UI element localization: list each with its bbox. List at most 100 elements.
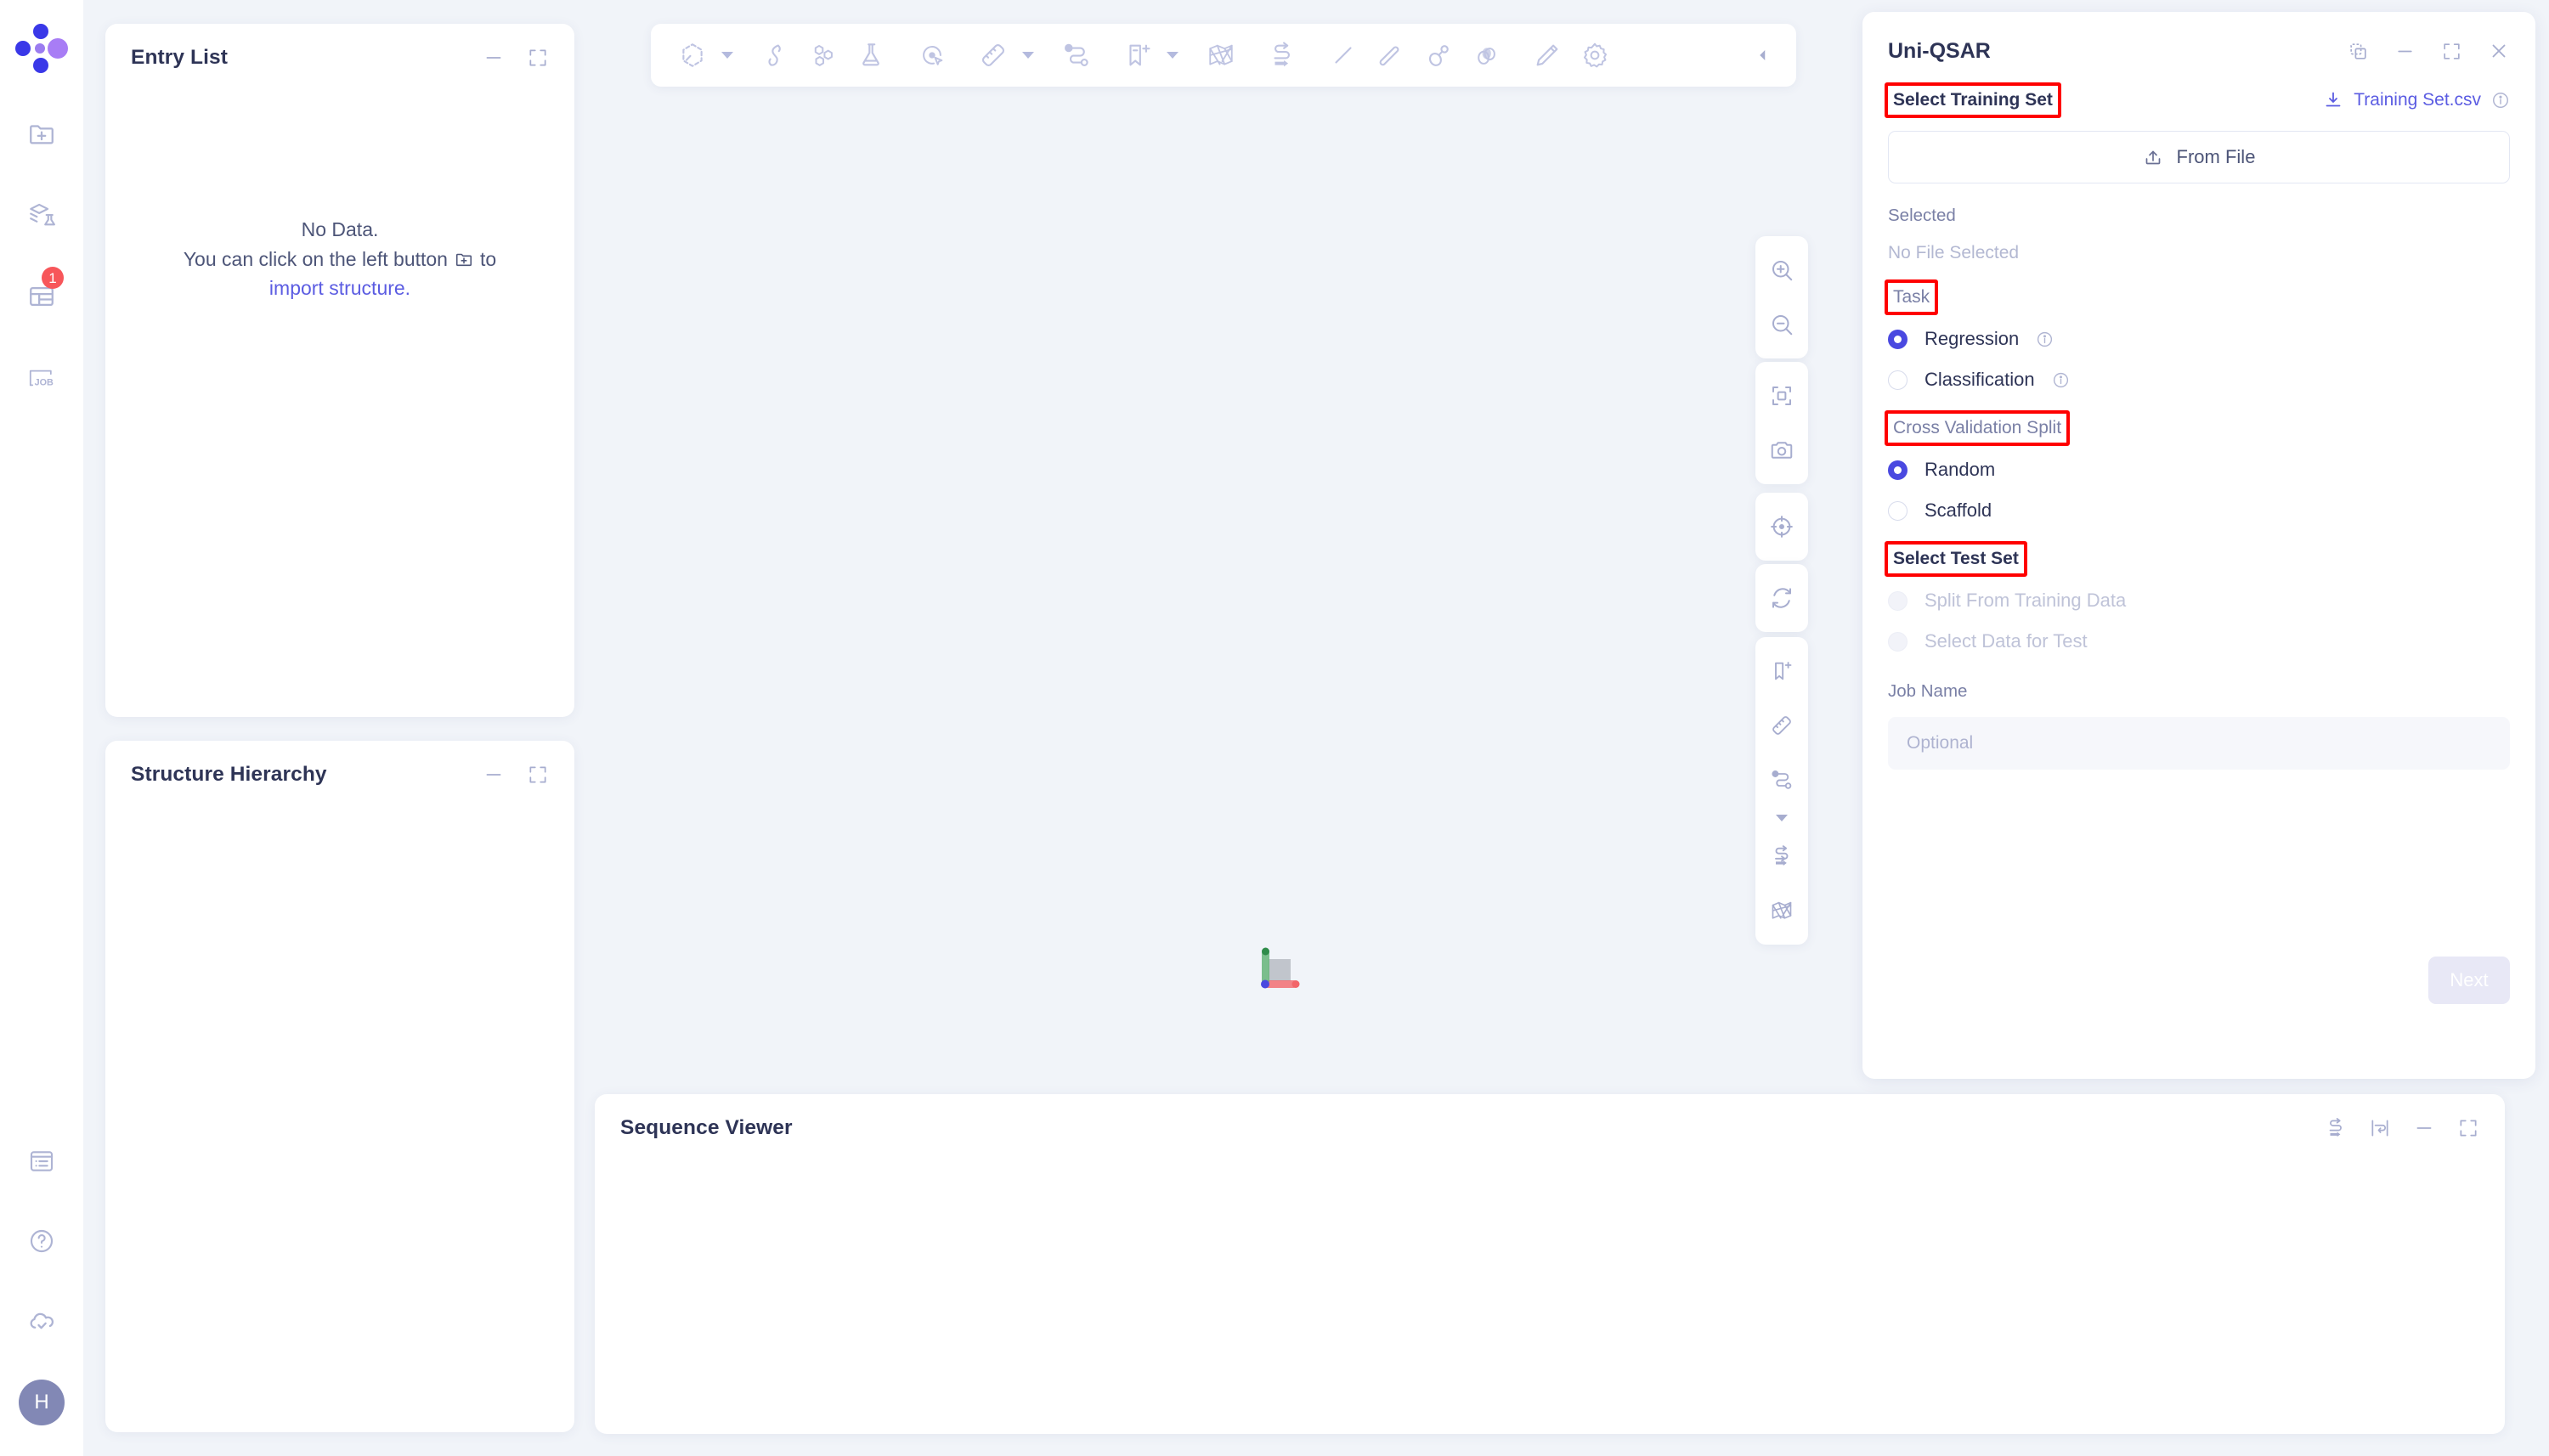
cv-option-random-label: Random: [1924, 459, 1996, 480]
sidebar-item-jobs[interactable]: JOB: [18, 357, 65, 399]
cv-option-random[interactable]: Random: [1888, 459, 2510, 481]
expand-icon[interactable]: [2457, 1117, 2479, 1139]
chevron-down-icon[interactable]: [1755, 807, 1808, 829]
line-icon[interactable]: [1320, 32, 1366, 78]
mesh-surface-icon[interactable]: [1755, 883, 1808, 938]
import-structure-link[interactable]: import structure.: [105, 274, 574, 303]
avatar[interactable]: H: [19, 1380, 65, 1425]
cv-split-section: Cross Validation Split: [1884, 410, 2510, 446]
structure-hierarchy-panel: Structure Hierarchy: [105, 741, 574, 1432]
test-option-split-from-training: Split From Training Data: [1888, 590, 2510, 612]
radio-regression[interactable]: [1888, 329, 1908, 349]
fit-screen-icon[interactable]: [1755, 369, 1808, 423]
cv-option-scaffold-label: Scaffold: [1924, 499, 1992, 521]
hexagon-icon[interactable]: [670, 32, 715, 78]
ribbon-icon[interactable]: [753, 32, 799, 78]
uni-qsar-title: Uni-QSAR: [1888, 38, 1991, 63]
flask-icon[interactable]: [848, 32, 894, 78]
copy-icon[interactable]: [2348, 41, 2369, 62]
canvas-zoom-toolbar: [1755, 236, 1808, 358]
close-icon[interactable]: [2488, 40, 2510, 62]
job-name-label: Job Name: [1888, 681, 1968, 701]
radio-scaffold[interactable]: [1888, 500, 1908, 521]
swap-arrows-icon[interactable]: [1755, 829, 1808, 883]
sidebar-item-cloud-sync[interactable]: [18, 1300, 65, 1342]
info-icon[interactable]: [2052, 371, 2070, 389]
empty-hint: You can click on the left button to: [105, 245, 574, 274]
molecule-canvas[interactable]: [595, 0, 1861, 1079]
radio-split-from-training-data: [1888, 590, 1908, 611]
minus-icon[interactable]: [2413, 1117, 2435, 1139]
minus-icon[interactable]: [483, 764, 505, 786]
radio-classification[interactable]: [1888, 370, 1908, 390]
pencil-icon[interactable]: [1524, 32, 1570, 78]
expand-icon[interactable]: [527, 764, 549, 786]
no-file-selected-value: No File Selected: [1888, 243, 2020, 262]
ruler-icon[interactable]: [970, 32, 1016, 78]
spheres-icon[interactable]: [1463, 32, 1509, 78]
rail-primary-icons: 1 JOB: [18, 112, 65, 399]
app-root: 1 JOB H Entry List No Data. You can clic…: [0, 0, 2549, 1456]
job-name-input[interactable]: [1888, 717, 2510, 770]
select-test-set-section: Select Test Set: [1885, 541, 2510, 577]
task-option-regression[interactable]: Regression: [1888, 328, 2510, 350]
test-option-select-data-for-test: Select Data for Test: [1888, 630, 2510, 652]
collapse-toolbar-button[interactable]: [1749, 32, 1778, 78]
sidebar-item-datasets-lab[interactable]: [18, 194, 65, 236]
entry-list-header: Entry List: [105, 24, 574, 70]
molecule-icon[interactable]: [800, 32, 846, 78]
cv-option-scaffold[interactable]: Scaffold: [1888, 499, 2510, 522]
zoom-in-icon[interactable]: [1755, 243, 1808, 297]
target-cursor-icon[interactable]: [909, 32, 955, 78]
swap-arrows-icon[interactable]: [1259, 32, 1305, 78]
minus-icon[interactable]: [483, 47, 505, 69]
gear-icon[interactable]: [1572, 32, 1618, 78]
camera-icon[interactable]: [1755, 423, 1808, 477]
rail-bottom-icons: H: [0, 1140, 83, 1425]
bookmark-plus-icon[interactable]: [1115, 32, 1161, 78]
path-node-icon[interactable]: [1755, 753, 1808, 807]
path-node-icon[interactable]: [1054, 32, 1099, 78]
crosshair-icon[interactable]: [1755, 499, 1808, 554]
refresh-icon[interactable]: [1755, 571, 1808, 625]
upload-icon: [2143, 147, 2163, 167]
entry-list-tools: [483, 47, 549, 69]
training-set-csv-link[interactable]: Training Set.csv: [2323, 90, 2510, 110]
folder-plus-icon: [455, 250, 473, 268]
minus-icon[interactable]: [2394, 41, 2416, 62]
empty-hint-post: to: [479, 247, 497, 270]
info-icon[interactable]: [2491, 91, 2510, 110]
from-file-button[interactable]: From File: [1888, 131, 2510, 183]
next-button[interactable]: Next: [2428, 957, 2510, 1004]
chevron-down-icon[interactable]: [717, 32, 738, 78]
radio-random[interactable]: [1888, 460, 1908, 480]
test-option-select-data-label: Select Data for Test: [1924, 630, 2088, 652]
expand-icon[interactable]: [527, 47, 549, 69]
chevron-down-icon[interactable]: [1162, 32, 1183, 78]
chevron-down-icon[interactable]: [1018, 32, 1038, 78]
zoom-out-icon[interactable]: [1755, 297, 1808, 352]
task-option-classification-label: Classification: [1924, 369, 2035, 390]
ball-stick-icon[interactable]: [1416, 32, 1461, 78]
info-icon[interactable]: [2036, 330, 2054, 348]
bookmark-plus-icon[interactable]: [1755, 644, 1808, 698]
stick-bond-icon[interactable]: [1368, 32, 1414, 78]
ruler-icon[interactable]: [1755, 698, 1808, 753]
task-option-classification[interactable]: Classification: [1888, 369, 2510, 391]
expand-icon[interactable]: [2441, 41, 2462, 62]
wrap-lines-icon[interactable]: [2369, 1117, 2391, 1139]
sidebar-item-notes[interactable]: [18, 1140, 65, 1182]
mesh-surface-icon[interactable]: [1198, 32, 1244, 78]
task-label: Task: [1884, 279, 1939, 315]
sidebar-item-help[interactable]: [18, 1220, 65, 1262]
uni-mol-logo[interactable]: [15, 24, 68, 76]
swap-arrows-icon[interactable]: [2325, 1117, 2347, 1139]
canvas-annotation-toolbar: [1755, 637, 1808, 945]
cross-validation-split-label: Cross Validation Split: [1884, 410, 2071, 446]
uni-qsar-header: Uni-QSAR: [1888, 12, 2510, 76]
select-training-set-label: Select Training Set: [1885, 82, 2061, 118]
test-option-split-label: Split From Training Data: [1924, 590, 2127, 611]
canvas-view-toolbar: [1755, 362, 1808, 484]
sidebar-item-tables[interactable]: 1: [18, 267, 65, 318]
sidebar-item-import-structure[interactable]: [18, 112, 65, 155]
